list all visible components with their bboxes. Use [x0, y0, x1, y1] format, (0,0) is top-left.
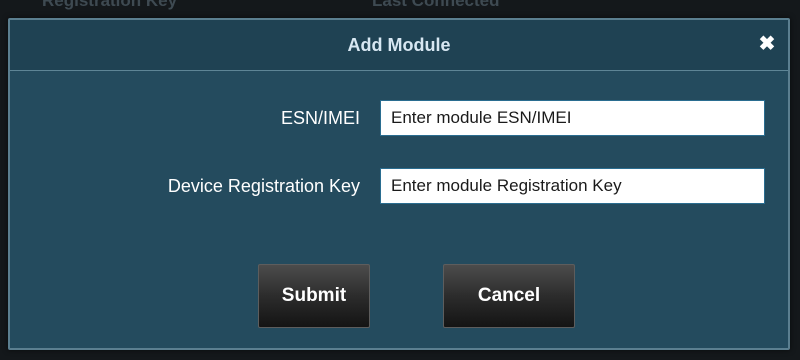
dialog-header: Add Module ✖	[10, 20, 788, 71]
cancel-button[interactable]: Cancel	[443, 264, 575, 328]
esn-imei-input[interactable]	[380, 100, 765, 136]
dialog-title: Add Module	[347, 35, 451, 55]
background-column-last-connected: Last Connected	[372, 0, 500, 10]
esn-imei-row: ESN/IMEI	[10, 100, 788, 136]
registration-key-row: Device Registration Key	[10, 168, 788, 204]
esn-imei-label: ESN/IMEI	[280, 108, 360, 128]
close-icon[interactable]: ✖	[758, 34, 776, 54]
add-module-dialog: Add Module ✖ ESN/IMEI Device Registratio…	[8, 18, 790, 350]
registration-key-label: Device Registration Key	[167, 176, 360, 196]
submit-button[interactable]: Submit	[258, 264, 370, 328]
registration-key-input[interactable]	[380, 168, 765, 204]
background-table-header: Registration Key Last Connected	[0, 0, 800, 14]
background-column-registration-key: Registration Key	[42, 0, 178, 10]
